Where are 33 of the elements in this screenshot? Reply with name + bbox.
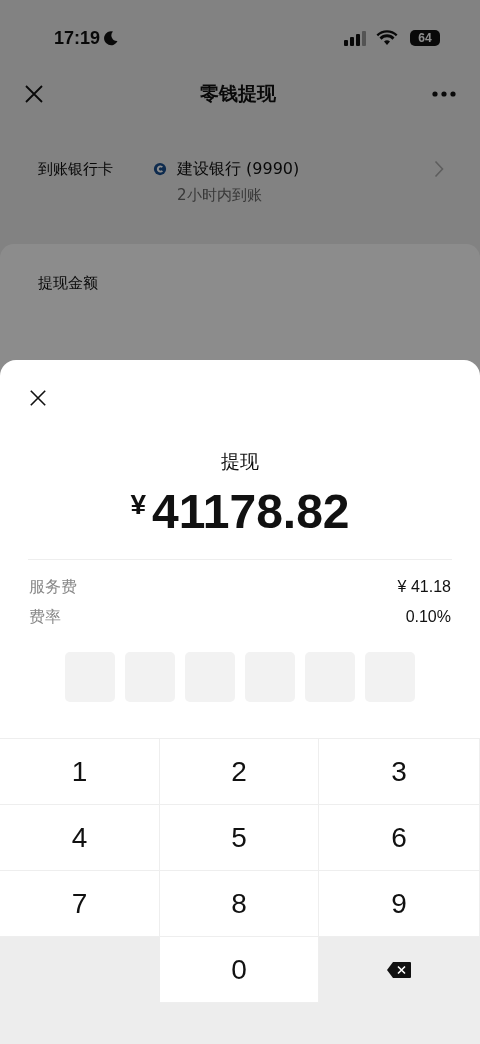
keypad-key[interactable]: 7 xyxy=(0,871,160,937)
more-icon[interactable] xyxy=(432,91,456,97)
moon-icon xyxy=(103,30,120,46)
detail-value: 0.10% xyxy=(405,608,451,626)
keypad-key[interactable]: 4 xyxy=(0,805,160,871)
keypad-key[interactable]: 2 xyxy=(160,739,319,805)
keypad-key[interactable]: 3 xyxy=(319,739,480,805)
chevron-right-icon xyxy=(434,160,444,178)
page-title: 零钱提现 xyxy=(200,81,276,106)
keypad-key[interactable]: 1 xyxy=(0,739,160,805)
keypad-key[interactable]: 0 xyxy=(160,937,319,1003)
sheet-title: 提现 xyxy=(220,449,260,474)
bank-card-label: 到账银行卡 xyxy=(38,159,114,180)
currency-sign: ¥ xyxy=(130,489,146,521)
close-icon[interactable] xyxy=(29,389,47,407)
amount-value: 41178.82 xyxy=(152,485,350,539)
detail-label: 服务费 xyxy=(29,576,77,598)
detail-label: 费率 xyxy=(29,606,61,628)
signal-icon xyxy=(344,30,368,46)
backspace-icon xyxy=(387,961,411,978)
bank-logo-icon xyxy=(153,162,167,176)
amount-label: 提现金额 xyxy=(38,274,99,293)
delete-key[interactable] xyxy=(319,937,480,1003)
status-time: 17:19 xyxy=(54,27,101,49)
keypad-key[interactable]: 6 xyxy=(319,805,480,871)
keypad-key[interactable]: 8 xyxy=(160,871,319,937)
wifi-icon xyxy=(376,30,398,46)
battery-level: 64 xyxy=(418,31,432,45)
detail-value: ¥ 41.18 xyxy=(397,578,451,596)
keypad-key[interactable]: 5 xyxy=(160,805,319,871)
arrival-time: 2小时内到账 xyxy=(176,186,263,205)
bank-card-name[interactable]: 建设银行 (9990) xyxy=(177,156,300,182)
keypad-key[interactable]: 9 xyxy=(319,871,480,937)
